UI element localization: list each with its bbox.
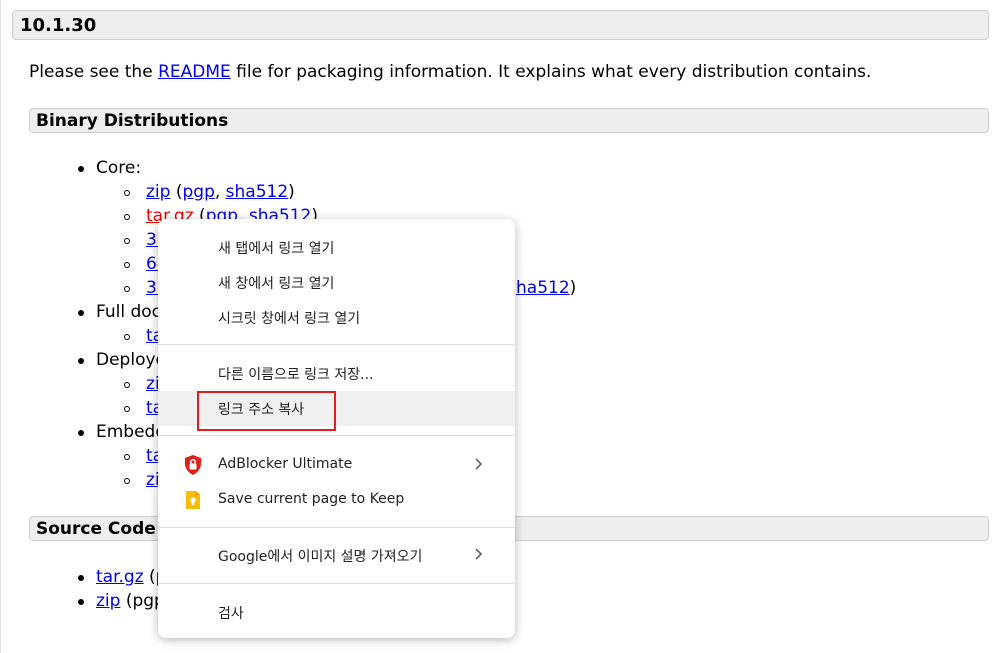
menu-google-image-description[interactable]: Google에서 이미지 설명 가져오기 — [158, 538, 515, 573]
menu-label: 검사 — [218, 606, 244, 622]
menu-separator — [158, 583, 515, 584]
core-zip-row: zip (pgp, sha512) — [146, 182, 295, 202]
sub-bullet — [124, 238, 130, 244]
menu-label: Save current page to Keep — [218, 491, 405, 507]
bullet — [78, 599, 84, 605]
core-zip-sha-link[interactable]: sha512 — [226, 182, 289, 202]
full-doc-label: Full doc — [96, 302, 162, 322]
bullet — [78, 575, 84, 581]
menu-separator — [158, 435, 515, 436]
menu-label: 새 창에서 링크 열기 — [218, 276, 335, 292]
menu-label: 새 탭에서 링크 열기 — [218, 241, 335, 257]
deployer-label: Deploye — [96, 350, 166, 370]
intro-text-after: file for packaging information. It expla… — [230, 62, 872, 82]
sub-bullet — [124, 406, 130, 412]
menu-label: 다른 이름으로 링크 저장... — [218, 367, 374, 383]
intro-text-before: Please see the — [29, 62, 159, 82]
left-border — [0, 0, 1, 653]
src-zip-row: zip (pgp — [96, 591, 165, 611]
binary-distributions-heading: Binary Distributions — [29, 108, 989, 133]
core-32b-sha-tail: ha512) — [516, 278, 577, 298]
menu-label: 시크릿 창에서 링크 열기 — [218, 311, 361, 327]
menu-separator — [158, 344, 515, 345]
menu-adblocker-ultimate[interactable]: AdBlocker Ultimate — [158, 448, 515, 483]
menu-save-to-keep[interactable]: Save current page to Keep — [158, 483, 515, 518]
src-targz-link[interactable]: tar.gz — [96, 567, 144, 587]
src-targz-row: tar.gz (p — [96, 567, 166, 587]
bullet — [78, 310, 84, 316]
sub-bullet — [124, 478, 130, 484]
src-zip-link[interactable]: zip — [96, 591, 120, 611]
bullet — [78, 358, 84, 364]
readme-link[interactable]: README — [158, 62, 231, 82]
submenu-arrow-icon — [475, 458, 483, 470]
bullet — [78, 166, 84, 172]
version-heading: 10.1.30 — [12, 10, 989, 40]
menu-open-new-tab[interactable]: 새 탭에서 링크 열기 — [158, 230, 515, 265]
submenu-arrow-icon — [475, 548, 483, 560]
menu-save-link-as[interactable]: 다른 이름으로 링크 저장... — [158, 356, 515, 391]
menu-inspect[interactable]: 검사 — [158, 595, 515, 630]
embedded-label: Embedd — [96, 422, 167, 442]
sub-bullet — [124, 262, 130, 268]
menu-separator — [158, 527, 515, 528]
core-32b-sha-link[interactable]: ha512 — [516, 278, 570, 298]
menu-open-new-window[interactable]: 새 창에서 링크 열기 — [158, 265, 515, 300]
google-keep-icon — [186, 491, 200, 509]
menu-label: AdBlocker Ultimate — [218, 456, 353, 472]
core-zip-link[interactable]: zip — [146, 182, 170, 202]
sub-bullet — [124, 454, 130, 460]
sub-bullet — [124, 286, 130, 292]
sub-bullet — [124, 214, 130, 220]
menu-open-incognito[interactable]: 시크릿 창에서 링크 열기 — [158, 300, 515, 335]
menu-label: Google에서 이미지 설명 가져오기 — [218, 549, 423, 565]
intro-paragraph: Please see the README file for packaging… — [29, 62, 871, 82]
bullet — [78, 430, 84, 436]
core-label: Core: — [96, 158, 142, 178]
sub-bullet — [124, 382, 130, 388]
sub-bullet — [124, 334, 130, 340]
adblocker-shield-icon — [185, 455, 201, 475]
sub-bullet — [124, 190, 130, 196]
core-zip-pgp-link[interactable]: pgp — [182, 182, 214, 202]
copy-link-highlight-box — [197, 391, 336, 431]
